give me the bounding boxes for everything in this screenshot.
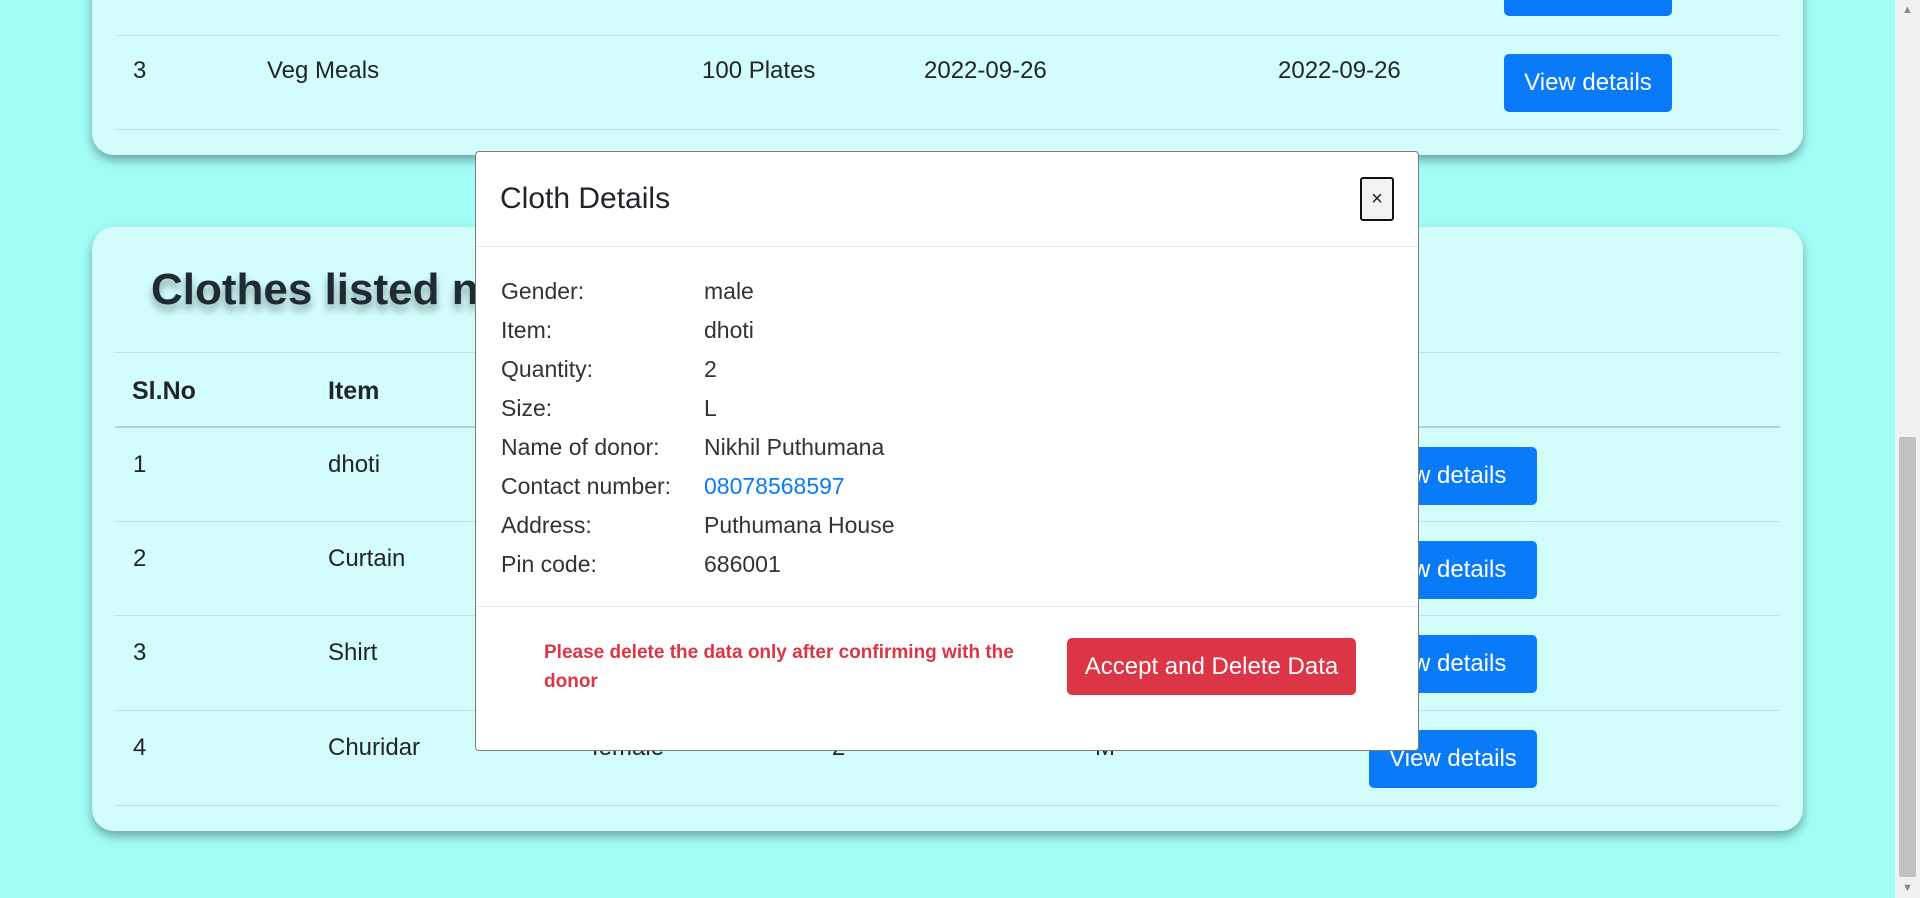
header-item: Item xyxy=(328,377,380,405)
header-sl-no: Sl.No xyxy=(132,377,196,405)
delete-warning-text: Please delete the data only after confir… xyxy=(544,642,1014,692)
clothes-sl-no: 3 xyxy=(133,639,147,666)
detail-label: Quantity: xyxy=(501,356,594,382)
detail-value: Nikhil Puthumana xyxy=(704,434,885,460)
clothes-item: Shirt xyxy=(328,639,378,666)
detail-value: 686001 xyxy=(704,551,781,577)
food-listing-card: 3 Veg Meals 100 Plates 2022-09-26 2022-0… xyxy=(92,0,1803,155)
detail-label: Pin code: xyxy=(501,551,597,577)
detail-label: Name of donor: xyxy=(501,434,660,460)
row-divider xyxy=(115,805,1780,806)
scrollbar-thumb[interactable] xyxy=(1899,437,1916,877)
clothes-item: Churidar xyxy=(328,734,421,761)
modal-title: Cloth Details xyxy=(500,182,671,215)
detail-label: Gender: xyxy=(501,278,585,304)
modal-footer-divider xyxy=(476,606,1418,607)
clothes-sl-no: 1 xyxy=(133,451,147,478)
detail-label: Item: xyxy=(501,317,553,343)
row-divider xyxy=(115,129,1780,130)
view-details-button-partial[interactable] xyxy=(1504,0,1672,16)
clothes-heading: Clothes listed ne xyxy=(151,265,504,314)
food-date-prepared: 2022-09-26 xyxy=(924,57,1047,84)
detail-value: male xyxy=(704,278,754,304)
clothes-sl-no: 2 xyxy=(133,545,147,572)
modal-header-divider xyxy=(476,246,1418,247)
detail-label: Address: xyxy=(501,512,592,538)
detail-label: Contact number: xyxy=(501,473,672,499)
food-quantity: 100 Plates xyxy=(702,57,816,84)
cloth-details-modal: Cloth Details × Gender: male Item: dhoti… xyxy=(475,151,1419,751)
detail-label: Size: xyxy=(501,395,553,421)
clothes-sl-no: 4 xyxy=(133,734,147,761)
food-item: Veg Meals xyxy=(267,57,380,84)
accept-and-delete-button[interactable]: Accept and Delete Data xyxy=(1067,638,1356,695)
detail-value: dhoti xyxy=(704,317,754,343)
clothes-item: dhoti xyxy=(328,451,381,478)
detail-value: Puthumana House xyxy=(704,512,895,538)
contact-phone-link[interactable]: 08078568597 xyxy=(704,473,845,500)
detail-value: L xyxy=(704,395,717,421)
detail-value: 2 xyxy=(704,356,717,382)
close-button[interactable]: × xyxy=(1360,177,1394,221)
food-date-listed: 2022-09-26 xyxy=(1278,57,1401,84)
view-details-button[interactable]: View details xyxy=(1504,54,1672,112)
row-divider xyxy=(115,35,1780,36)
page-scrollbar[interactable]: ▲ ▼ xyxy=(1895,0,1920,898)
food-sl-no: 3 xyxy=(133,57,147,84)
clothes-item: Curtain xyxy=(328,545,406,572)
scroll-up-arrow-icon[interactable]: ▲ xyxy=(1895,0,1920,20)
scroll-down-arrow-icon[interactable]: ▼ xyxy=(1895,878,1920,898)
